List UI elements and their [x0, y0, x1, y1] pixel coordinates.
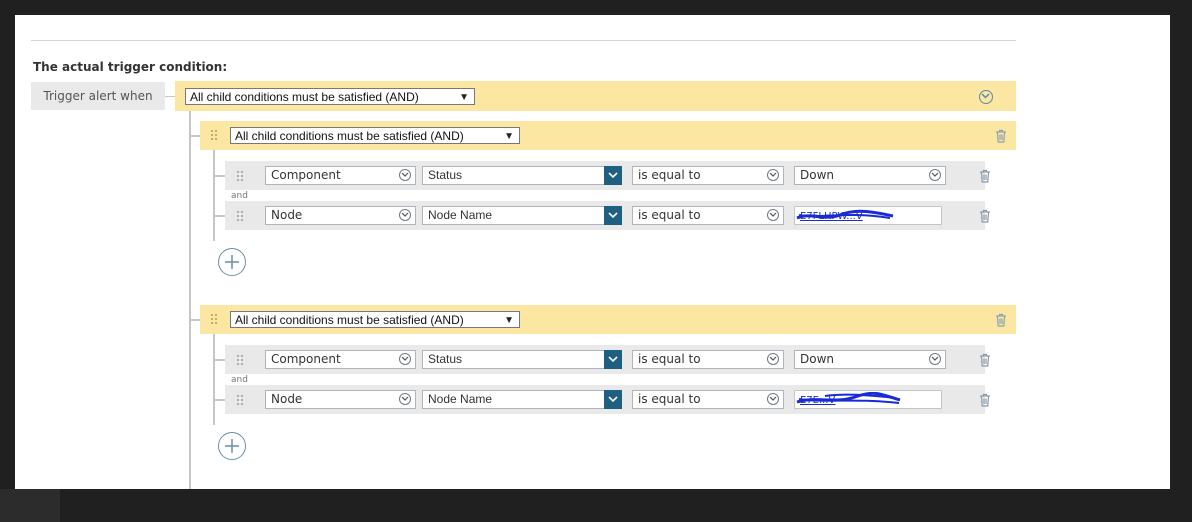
condition-row: Node Node Name is equal to E7E...V	[225, 385, 990, 414]
chevron-down-circle-icon	[929, 169, 941, 181]
trash-icon[interactable]	[995, 313, 1007, 327]
group-2-bar: All child conditions must be satisfied (…	[200, 305, 1016, 334]
value-input[interactable]: E7FLHPW...V	[794, 206, 942, 225]
condition-row: Component Status is equal to Down	[225, 161, 990, 190]
value-select[interactable]: Down	[794, 350, 946, 369]
root-operator-select[interactable]: All child conditions must be satisfied (…	[185, 88, 475, 105]
connector-g1-row2	[215, 215, 225, 217]
value-text: Down	[800, 168, 835, 182]
comparison-operator-value: is equal to	[638, 352, 701, 366]
chevron-down-circle-icon	[767, 393, 779, 405]
trigger-alert-label: Trigger alert when	[31, 82, 165, 110]
connector-g1-row1	[215, 175, 225, 177]
chevron-down-icon: ▼	[504, 315, 514, 326]
and-join-label: and	[231, 375, 248, 385]
chevron-down-circle-icon	[767, 209, 779, 221]
drag-handle-icon[interactable]	[236, 210, 244, 222]
group-2-operator-value: All child conditions must be satisfied (…	[235, 313, 464, 327]
connector-g2-row1	[215, 359, 225, 361]
chevron-down-circle-icon	[929, 353, 941, 365]
trash-icon[interactable]	[979, 353, 991, 367]
property-select[interactable]: Status	[422, 350, 622, 369]
condition-row: Node Node Name is equal to E7FLHPW...V	[225, 201, 990, 230]
add-condition-button[interactable]	[218, 432, 246, 460]
connector-group1-vertical	[213, 149, 215, 241]
connector-group2-vertical	[213, 333, 215, 425]
add-condition-button[interactable]	[218, 248, 246, 276]
object-type-select[interactable]: Node	[265, 206, 416, 225]
dropdown-button[interactable]	[604, 390, 622, 409]
chevron-down-circle-icon	[399, 393, 411, 405]
divider	[31, 40, 1016, 41]
trash-icon[interactable]	[995, 129, 1007, 143]
drag-handle-icon[interactable]	[210, 129, 218, 141]
section-title: The actual trigger condition:	[33, 60, 228, 74]
object-type-value: Component	[271, 168, 341, 182]
object-type-value: Node	[271, 392, 303, 406]
comparison-operator-select[interactable]: is equal to	[632, 390, 784, 409]
drag-handle-icon[interactable]	[236, 394, 244, 406]
chevron-down-circle-icon	[399, 353, 411, 365]
property-value: Status	[428, 352, 463, 366]
plus-icon	[225, 255, 239, 269]
value-select[interactable]: Down	[794, 166, 946, 185]
drag-handle-icon[interactable]	[236, 354, 244, 366]
property-select[interactable]: Node Name	[422, 390, 622, 409]
chevron-down-circle-icon	[767, 169, 779, 181]
trash-icon[interactable]	[979, 393, 991, 407]
collapse-chevron-circle-icon[interactable]	[979, 90, 993, 104]
property-value: Status	[428, 168, 463, 182]
comparison-operator-value: is equal to	[638, 208, 701, 222]
object-type-value: Node	[271, 208, 303, 222]
root-group-bar: All child conditions must be satisfied (…	[175, 81, 1016, 111]
connector-group1-stub	[191, 135, 200, 137]
trash-icon[interactable]	[979, 209, 991, 223]
drag-handle-icon[interactable]	[236, 170, 244, 182]
trigger-condition-panel: The actual trigger condition: Trigger al…	[15, 15, 1170, 489]
value-input[interactable]: E7E...V	[794, 390, 942, 409]
connector-root-vertical	[189, 110, 191, 489]
chevron-down-circle-icon	[399, 169, 411, 181]
group-1-bar: All child conditions must be satisfied (…	[200, 121, 1016, 150]
comparison-operator-value: is equal to	[638, 392, 701, 406]
group-1-operator-value: All child conditions must be satisfied (…	[235, 129, 464, 143]
dropdown-button[interactable]	[604, 350, 622, 369]
comparison-operator-value: is equal to	[638, 168, 701, 182]
property-value: Node Name	[428, 392, 493, 406]
property-select[interactable]: Status	[422, 166, 622, 185]
connector-g2-row2	[215, 399, 225, 401]
comparison-operator-select[interactable]: is equal to	[632, 350, 784, 369]
group-1-operator-select[interactable]: All child conditions must be satisfied (…	[230, 127, 520, 144]
plus-icon	[225, 439, 239, 453]
condition-row: Component Status is equal to Down	[225, 345, 990, 374]
root-operator-value: All child conditions must be satisfied (…	[190, 90, 419, 104]
chevron-down-circle-icon	[767, 353, 779, 365]
connector-label-to-root	[165, 96, 175, 97]
trash-icon[interactable]	[979, 169, 991, 183]
object-type-select[interactable]: Component	[265, 166, 416, 185]
dropdown-button[interactable]	[604, 166, 622, 185]
property-select[interactable]: Node Name	[422, 206, 622, 225]
group-2-operator-select[interactable]: All child conditions must be satisfied (…	[230, 311, 520, 328]
drag-handle-icon[interactable]	[210, 313, 218, 325]
chevron-down-circle-icon	[399, 209, 411, 221]
redaction-scribble	[796, 392, 901, 404]
chevron-down-icon: ▼	[459, 92, 469, 103]
value-text: Down	[800, 352, 835, 366]
object-type-select[interactable]: Component	[265, 350, 416, 369]
object-type-value: Component	[271, 352, 341, 366]
connector-group2-stub	[191, 319, 200, 321]
property-value: Node Name	[428, 208, 493, 222]
redaction-scribble	[796, 209, 894, 220]
comparison-operator-select[interactable]: is equal to	[632, 166, 784, 185]
and-join-label: and	[231, 191, 248, 201]
comparison-operator-select[interactable]: is equal to	[632, 206, 784, 225]
dropdown-button[interactable]	[604, 206, 622, 225]
background-edge	[0, 489, 60, 522]
object-type-select[interactable]: Node	[265, 390, 416, 409]
chevron-down-icon: ▼	[504, 131, 514, 142]
